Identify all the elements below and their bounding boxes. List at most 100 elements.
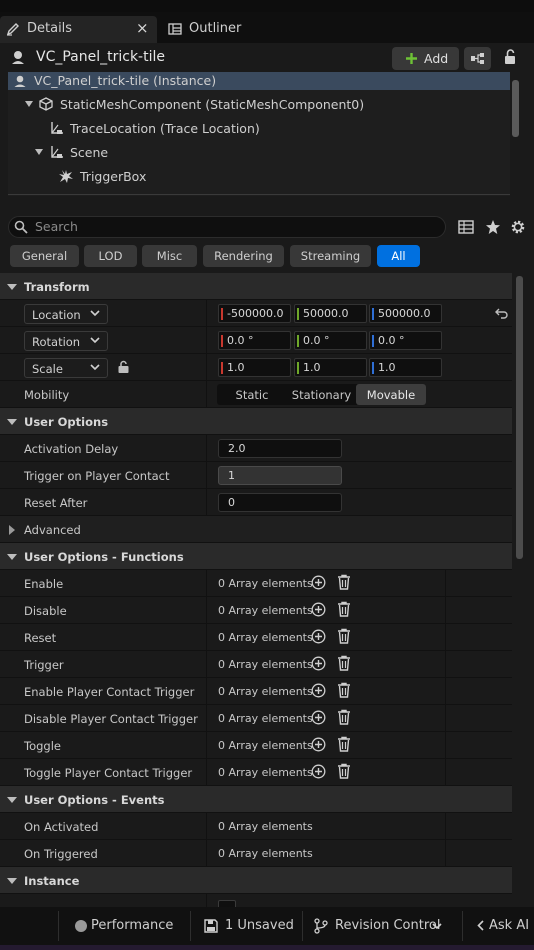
clear-elements-trash-icon[interactable]: [337, 682, 351, 698]
array-elements-count: 0 Array elements: [218, 658, 313, 671]
clear-elements-trash-icon[interactable]: [337, 655, 351, 671]
add-element-plus-icon[interactable]: [311, 737, 326, 752]
unsaved-button[interactable]: 1 Unsaved: [198, 907, 294, 945]
tree-item-scene[interactable]: Scene: [8, 140, 510, 164]
filter-lod[interactable]: LOD: [84, 245, 137, 267]
scale-dropdown[interactable]: Scale: [24, 358, 108, 378]
function-property-label: Reset: [24, 631, 57, 645]
scale-lock-icon[interactable]: [117, 360, 130, 374]
rotation-x-input[interactable]: 0.0 °: [218, 331, 291, 350]
filter-rendering[interactable]: Rendering: [203, 245, 284, 267]
properties-scrollbar[interactable]: [516, 276, 523, 559]
reset-after-label: Reset After: [24, 496, 88, 510]
column-divider: [206, 732, 207, 759]
location-x-input[interactable]: -500000.0: [218, 304, 291, 323]
scale-z-input[interactable]: 1.0: [369, 358, 442, 377]
rotation-dropdown[interactable]: Rotation: [24, 331, 108, 351]
tree-scrollbar[interactable]: [512, 80, 519, 137]
trigger-on-contact-label: Trigger on Player Contact: [24, 469, 170, 483]
tree-item-trace-location[interactable]: TraceLocation (Trace Location): [8, 116, 510, 140]
collapse-arrow-icon: [7, 878, 17, 884]
filter-general[interactable]: General: [10, 245, 79, 267]
column-divider: [206, 435, 207, 462]
array-elements-count: 0 Array elements: [218, 766, 313, 779]
add-element-plus-icon[interactable]: [311, 764, 326, 779]
filter-streaming[interactable]: Streaming: [290, 245, 371, 267]
filter-all[interactable]: All: [377, 245, 420, 267]
expand-arrow-icon: [35, 149, 43, 155]
instance-checkbox[interactable]: [218, 900, 236, 907]
search-input[interactable]: Search: [8, 216, 446, 238]
tree-item-instance[interactable]: VC_Panel_trick-tile (Instance): [8, 72, 510, 90]
reset-to-default-icon[interactable]: [495, 307, 508, 319]
add-element-plus-icon[interactable]: [311, 656, 326, 671]
tab-close-icon[interactable]: ×: [136, 19, 149, 37]
rotation-z-input[interactable]: 0.0 °: [369, 331, 442, 350]
tab-details[interactable]: Details ×: [0, 16, 157, 43]
category-user-options-events[interactable]: User Options - Events: [0, 786, 512, 813]
clear-elements-trash-icon[interactable]: [337, 601, 351, 617]
column-divider: [445, 732, 446, 759]
tree-item-trigger-box[interactable]: TriggerBox: [8, 164, 510, 188]
clear-elements-trash-icon[interactable]: [337, 709, 351, 725]
column-divider: [445, 840, 446, 867]
tab-outliner[interactable]: Outliner: [160, 16, 270, 43]
location-z-input[interactable]: 500000.0: [369, 304, 442, 323]
add-element-plus-icon[interactable]: [311, 710, 326, 725]
category-user-options[interactable]: User Options: [0, 408, 512, 435]
tree-item-label: TriggerBox: [80, 169, 147, 184]
add-plus-icon: [405, 52, 418, 65]
array-elements-count: 0 Array elements: [218, 685, 313, 698]
expand-arrow-icon: [9, 525, 15, 535]
add-element-plus-icon[interactable]: [311, 602, 326, 617]
scene-component-icon: [49, 145, 64, 160]
column-divider: [445, 678, 446, 705]
reset-after-input[interactable]: 0: [218, 493, 342, 512]
array-elements-count: 0 Array elements: [218, 577, 313, 590]
search-icon: [14, 220, 28, 234]
table-view-icon[interactable]: [458, 219, 474, 235]
favorite-star-icon[interactable]: [485, 219, 501, 235]
array-elements-count: 0 Array elements: [218, 820, 313, 833]
column-divider: [445, 651, 446, 678]
clear-elements-trash-icon[interactable]: [337, 763, 351, 779]
mobility-static-option[interactable]: Static: [217, 384, 287, 405]
collapse-arrow-icon: [7, 554, 17, 560]
revision-control-button[interactable]: Revision Control: [310, 907, 450, 945]
array-elements-count: 0 Array elements: [218, 631, 313, 644]
ask-ai-button[interactable]: Ask AI: [472, 907, 534, 945]
filter-misc[interactable]: Misc: [142, 245, 197, 267]
function-property-label: Toggle: [24, 739, 61, 753]
function-property-row: Disable 0 Array elements: [0, 597, 512, 624]
advanced-section[interactable]: Advanced: [0, 516, 512, 543]
category-user-options-functions[interactable]: User Options - Functions: [0, 543, 512, 570]
tree-item-static-mesh[interactable]: StaticMeshComponent (StaticMeshComponent…: [8, 92, 510, 116]
add-element-plus-icon[interactable]: [311, 629, 326, 644]
mobility-movable-option[interactable]: Movable: [356, 384, 426, 405]
lock-icon[interactable]: [503, 49, 517, 65]
scale-x-input[interactable]: 1.0: [218, 358, 291, 377]
window-top-strip: [0, 0, 534, 12]
clear-elements-trash-icon[interactable]: [337, 736, 351, 752]
clear-elements-trash-icon[interactable]: [337, 574, 351, 590]
mobility-stationary-option[interactable]: Stationary: [287, 384, 356, 405]
rotation-y-input[interactable]: 0.0 °: [294, 331, 367, 350]
function-property-label: Disable Player Contact Trigger: [24, 712, 198, 726]
property-activation-delay: Activation Delay 2.0: [0, 435, 512, 462]
performance-button[interactable]: Performance: [68, 907, 178, 945]
location-dropdown[interactable]: Location: [24, 304, 108, 324]
scale-y-input[interactable]: 1.0: [294, 358, 367, 377]
scale-z-value: 1.0: [378, 361, 396, 374]
settings-gear-icon[interactable]: [510, 219, 526, 235]
clear-elements-trash-icon[interactable]: [337, 628, 351, 644]
blueprint-hierarchy-button[interactable]: [464, 47, 491, 70]
activation-delay-input[interactable]: 2.0: [218, 439, 342, 458]
add-button[interactable]: Add: [392, 47, 459, 70]
location-y-input[interactable]: 50000.0: [294, 304, 367, 323]
trigger-on-contact-input[interactable]: 1: [218, 466, 342, 485]
category-transform[interactable]: Transform: [0, 273, 512, 300]
column-divider: [445, 705, 446, 732]
category-instance[interactable]: Instance: [0, 867, 512, 894]
add-element-plus-icon[interactable]: [311, 683, 326, 698]
add-element-plus-icon[interactable]: [311, 575, 326, 590]
